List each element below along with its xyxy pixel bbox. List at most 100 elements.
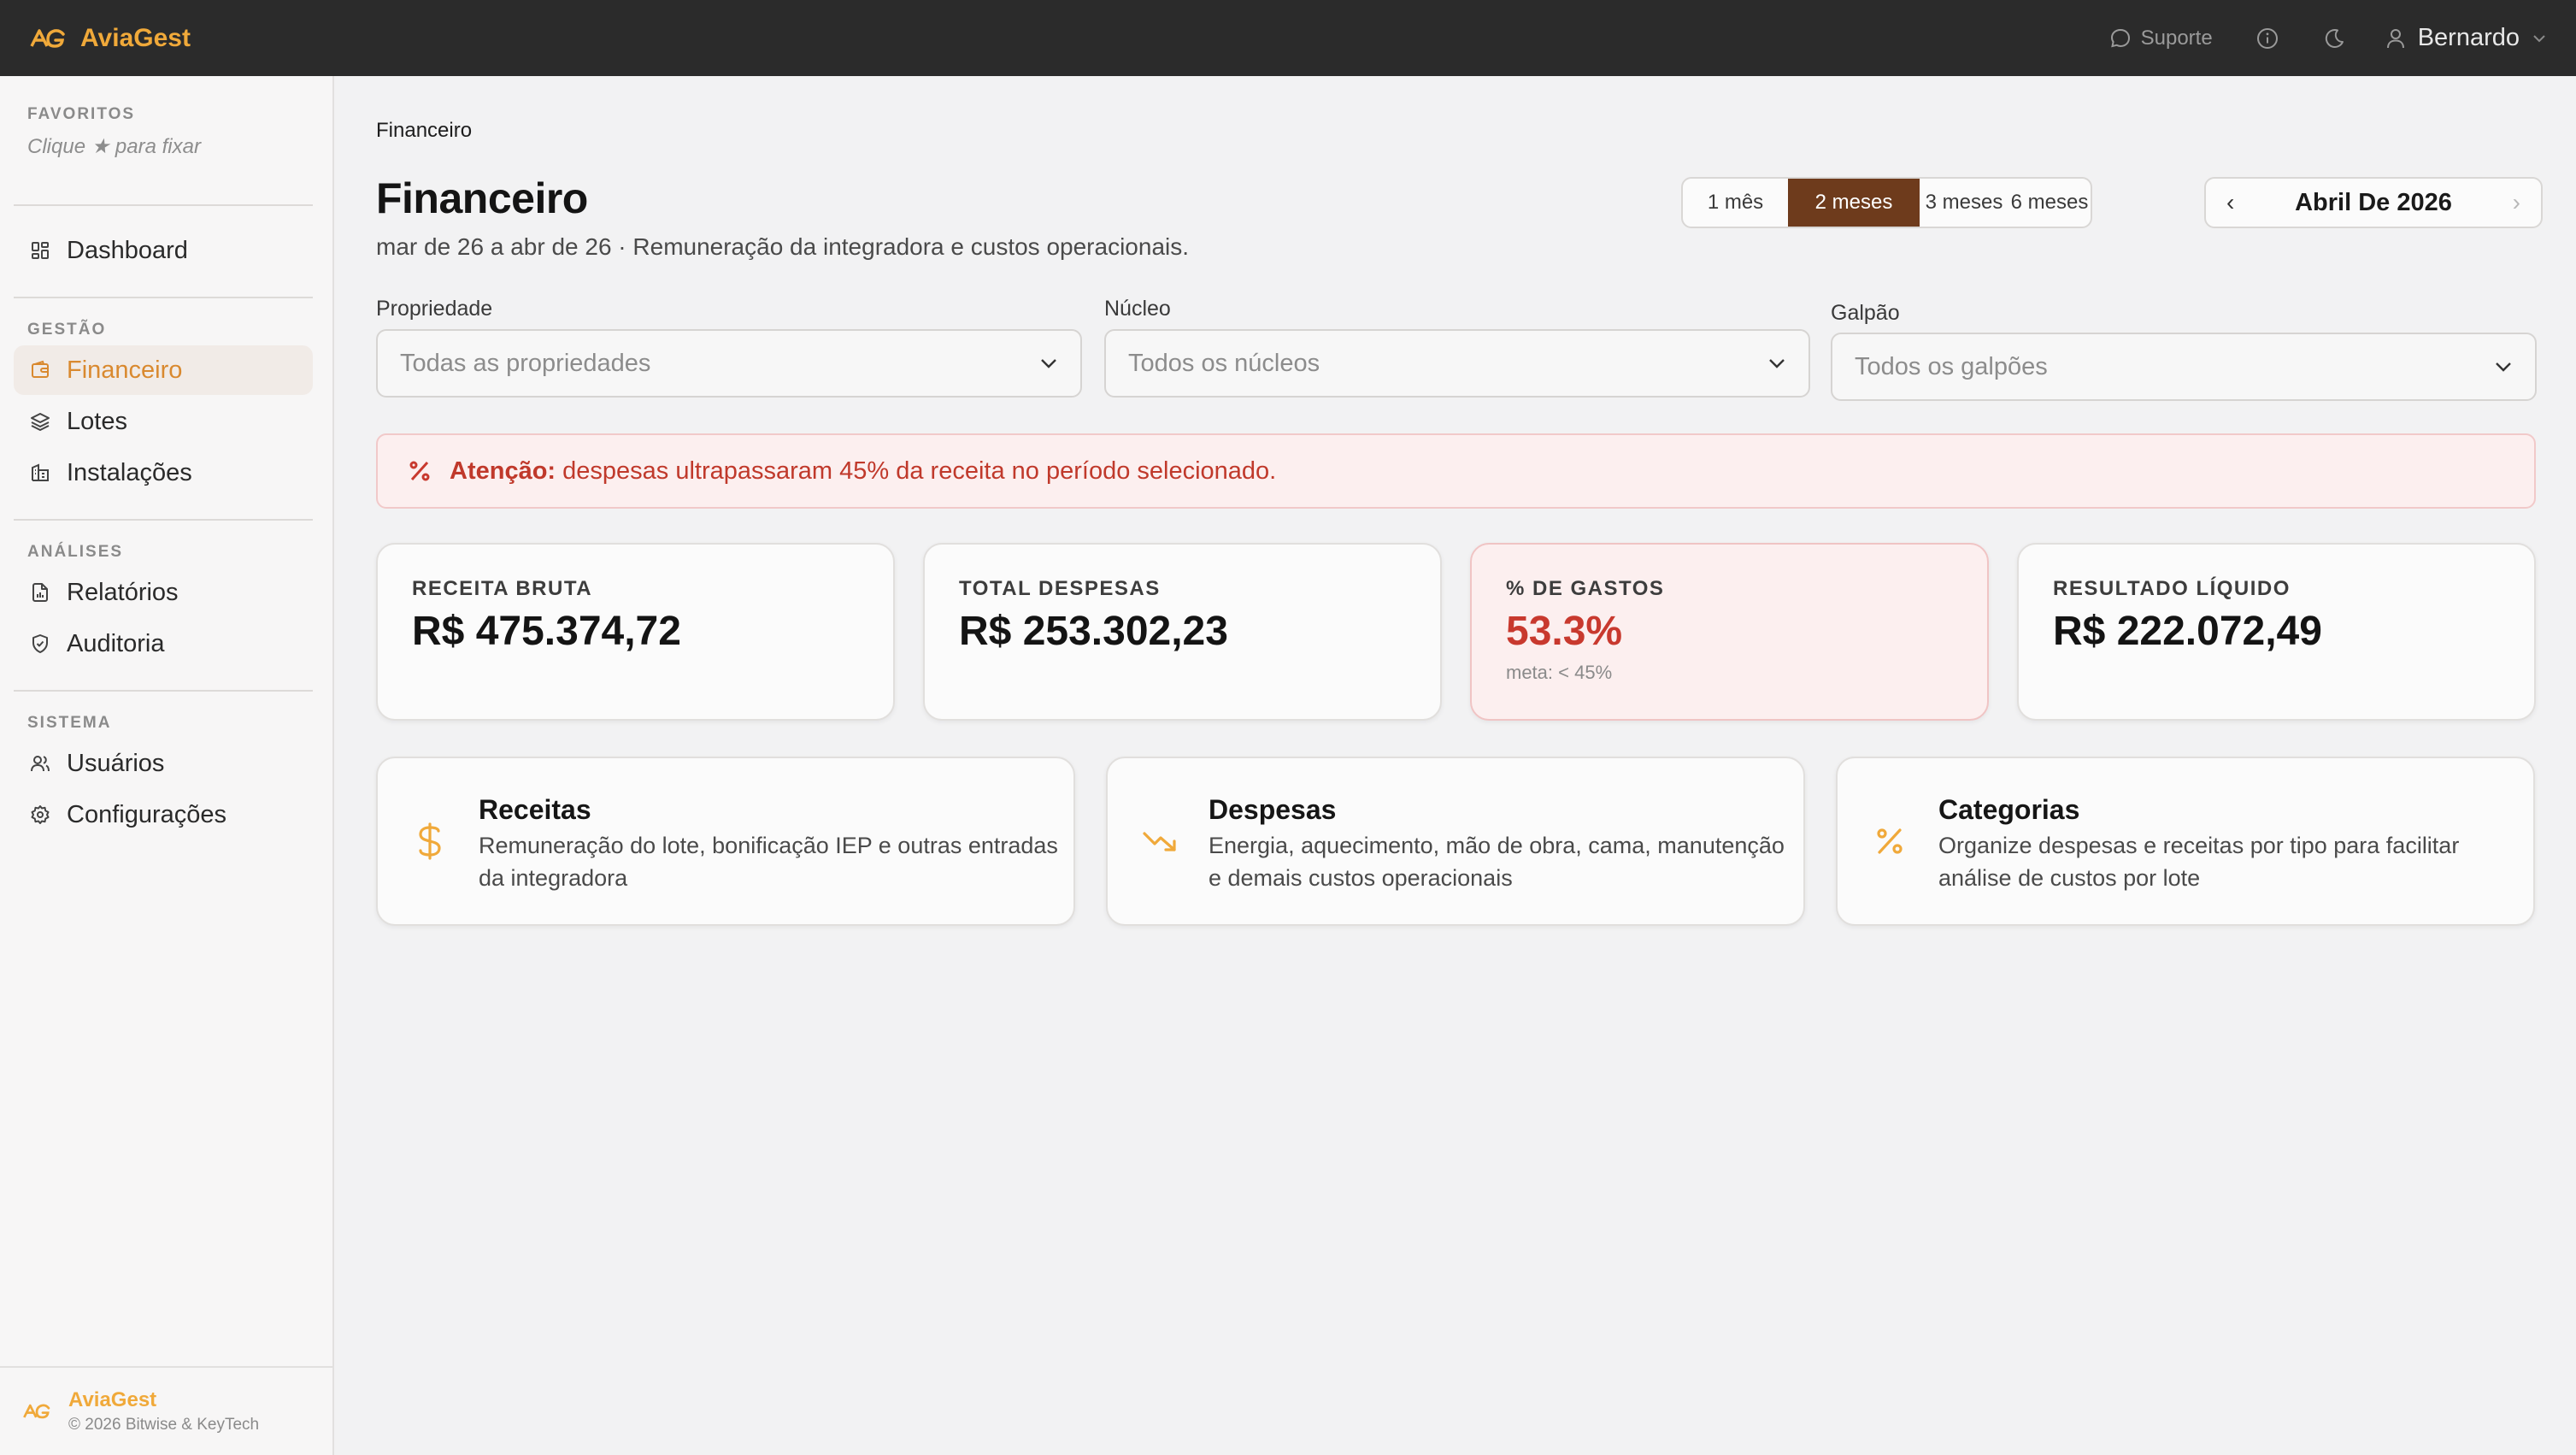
receitas-card[interactable]: Receitas Remuneração do lote, bonificaçã… <box>376 757 1075 926</box>
select-value: Todos os núcleos <box>1128 349 1320 377</box>
sidebar-item-label: Dashboard <box>67 236 188 264</box>
range-6-months-button[interactable]: 6 meses <box>2008 179 2091 227</box>
analises-title: ANÁLISES <box>27 543 124 561</box>
shield-icon <box>29 633 51 655</box>
sidebar-item-relatorios[interactable]: Relatórios <box>14 568 313 617</box>
chevron-down-icon <box>2494 361 2513 373</box>
sidebar-item-configuracoes[interactable]: Configurações <box>14 790 313 839</box>
kpi-value: R$ 475.374,72 <box>412 609 681 654</box>
divider <box>14 690 313 692</box>
galpao-select[interactable]: Todos os galpões <box>1831 333 2537 401</box>
chevron-down-icon <box>2532 33 2547 44</box>
kpi-label: % DE GASTOS <box>1506 577 1665 600</box>
expense-warning-alert: Atenção: despesas ultrapassaram 45% da r… <box>376 433 2536 509</box>
moon-icon <box>2322 27 2346 50</box>
kpi-label: RECEITA BRUTA <box>412 577 593 600</box>
kpi-card-total-despesas: TOTAL DESPESAS R$ 253.302,23 <box>923 543 1442 721</box>
support-label: Suporte <box>2140 26 2213 50</box>
info-button[interactable] <box>2252 23 2283 54</box>
kpi-value: 53.3% <box>1506 609 1623 654</box>
gestao-title: GESTÃO <box>27 321 107 339</box>
main-content: Financeiro Financeiro mar de 26 a abr de… <box>335 76 2576 1455</box>
filter-label-nucleo: Núcleo <box>1104 297 1171 321</box>
sidebar-item-auditoria[interactable]: Auditoria <box>14 619 313 669</box>
favorites-hint: Clique ★ para fixar <box>27 135 201 158</box>
range-3-months-button[interactable]: 3 meses <box>1920 179 2008 227</box>
user-menu[interactable]: Bernardo <box>2385 24 2547 52</box>
sidebar-item-label: Configurações <box>67 800 226 828</box>
filter-label-propriedade: Propriedade <box>376 297 493 321</box>
footer-copyright: © 2026 Bitwise & KeyTech <box>68 1416 260 1434</box>
divider <box>14 519 313 521</box>
kpi-meta: meta: < 45% <box>1506 662 1613 683</box>
user-name: Bernardo <box>2417 24 2520 51</box>
percent-icon <box>407 458 432 484</box>
alert-text: Atenção: despesas ultrapassaram 45% da r… <box>450 457 1276 486</box>
kpi-value: R$ 253.302,23 <box>959 609 1228 654</box>
card-title: Despesas <box>1209 794 1337 825</box>
building-icon <box>29 462 51 484</box>
previous-month-button[interactable]: ‹ <box>2226 189 2234 216</box>
nucleo-select[interactable]: Todos os núcleos <box>1104 329 1810 398</box>
layers-icon <box>29 410 51 433</box>
dollar-icon <box>412 822 448 860</box>
sidebar-item-label: Lotes <box>67 407 127 435</box>
dashboard-icon <box>29 239 51 262</box>
trending-down-icon <box>1142 823 1178 859</box>
percent-icon <box>1872 823 1908 859</box>
logo-icon <box>22 1401 51 1422</box>
propriedade-select[interactable]: Todas as propriedades <box>376 329 1082 398</box>
brand[interactable]: AviaGest <box>29 24 191 53</box>
kpi-value: R$ 222.072,49 <box>2053 609 2322 654</box>
logo-icon <box>29 26 67 51</box>
sidebar-item-financeiro[interactable]: Financeiro <box>14 345 313 395</box>
favorites-title: FAVORITOS <box>27 105 136 123</box>
sidebar-item-instalacoes[interactable]: Instalações <box>14 448 313 498</box>
kpi-card-receita-bruta: RECEITA BRUTA R$ 475.374,72 <box>376 543 895 721</box>
info-icon <box>2255 27 2279 50</box>
sidebar-item-label: Usuários <box>67 749 165 777</box>
range-2-months-button[interactable]: 2 meses <box>1788 179 1920 227</box>
categorias-card[interactable]: Categorias Organize despesas e receitas … <box>1836 757 2535 926</box>
page-title: Financeiro <box>376 174 588 222</box>
divider <box>14 204 313 206</box>
range-1-month-button[interactable]: 1 mês <box>1683 179 1788 227</box>
user-icon <box>2385 27 2406 50</box>
period-range-selector: 1 mês 2 meses 3 meses 6 meses <box>1681 177 2092 228</box>
wallet-icon <box>29 359 51 381</box>
next-month-button[interactable]: › <box>2513 189 2520 216</box>
sidebar-item-label: Instalações <box>67 458 192 486</box>
chat-icon <box>2108 27 2132 50</box>
alert-strong: Atenção: <box>450 457 556 485</box>
chevron-down-icon <box>1039 357 1058 369</box>
report-icon <box>29 581 51 604</box>
card-description: Remuneração do lote, bonificação IEP e o… <box>479 833 1058 891</box>
chevron-down-icon <box>1767 357 1786 369</box>
theme-toggle[interactable] <box>2319 23 2350 54</box>
sistema-title: SISTEMA <box>27 714 112 732</box>
support-button[interactable]: Suporte <box>2108 27 2213 50</box>
card-description: Organize despesas e receitas por tipo pa… <box>1938 833 2460 891</box>
sidebar-item-label: Relatórios <box>67 578 179 606</box>
card-title: Receitas <box>479 794 591 825</box>
card-description: Energia, aquecimento, mão de obra, cama,… <box>1209 833 1785 891</box>
card-title: Categorias <box>1938 794 2080 825</box>
kpi-card-percent-gastos: % DE GASTOS 53.3% meta: < 45% <box>1470 543 1989 721</box>
sidebar-item-dashboard[interactable]: Dashboard <box>14 226 313 275</box>
despesas-card[interactable]: Despesas Energia, aquecimento, mão de ob… <box>1106 757 1805 926</box>
sidebar-item-usuarios[interactable]: Usuários <box>14 739 313 788</box>
users-icon <box>29 752 51 775</box>
kpi-card-resultado-liquido: RESULTADO LÍQUIDO R$ 222.072,49 <box>2017 543 2536 721</box>
sidebar-item-lotes[interactable]: Lotes <box>14 397 313 446</box>
favorites-section: FAVORITOS Clique ★ para fixar <box>27 105 201 159</box>
month-navigator: ‹ Abril De 2026 › <box>2204 177 2543 228</box>
current-month-label: Abril De 2026 <box>2295 188 2452 216</box>
breadcrumb[interactable]: Financeiro <box>376 119 472 143</box>
sidebar-item-label: Financeiro <box>67 356 183 384</box>
sidebar-footer: AviaGest © 2026 Bitwise & KeyTech <box>0 1366 332 1455</box>
brand-name: AviaGest <box>80 23 191 52</box>
kpi-label: RESULTADO LÍQUIDO <box>2053 577 2291 600</box>
sidebar: FAVORITOS Clique ★ para fixar Dashboard … <box>0 76 334 1455</box>
top-bar: AviaGest Suporte Bernardo <box>0 0 2576 76</box>
sidebar-item-label: Auditoria <box>67 629 165 657</box>
